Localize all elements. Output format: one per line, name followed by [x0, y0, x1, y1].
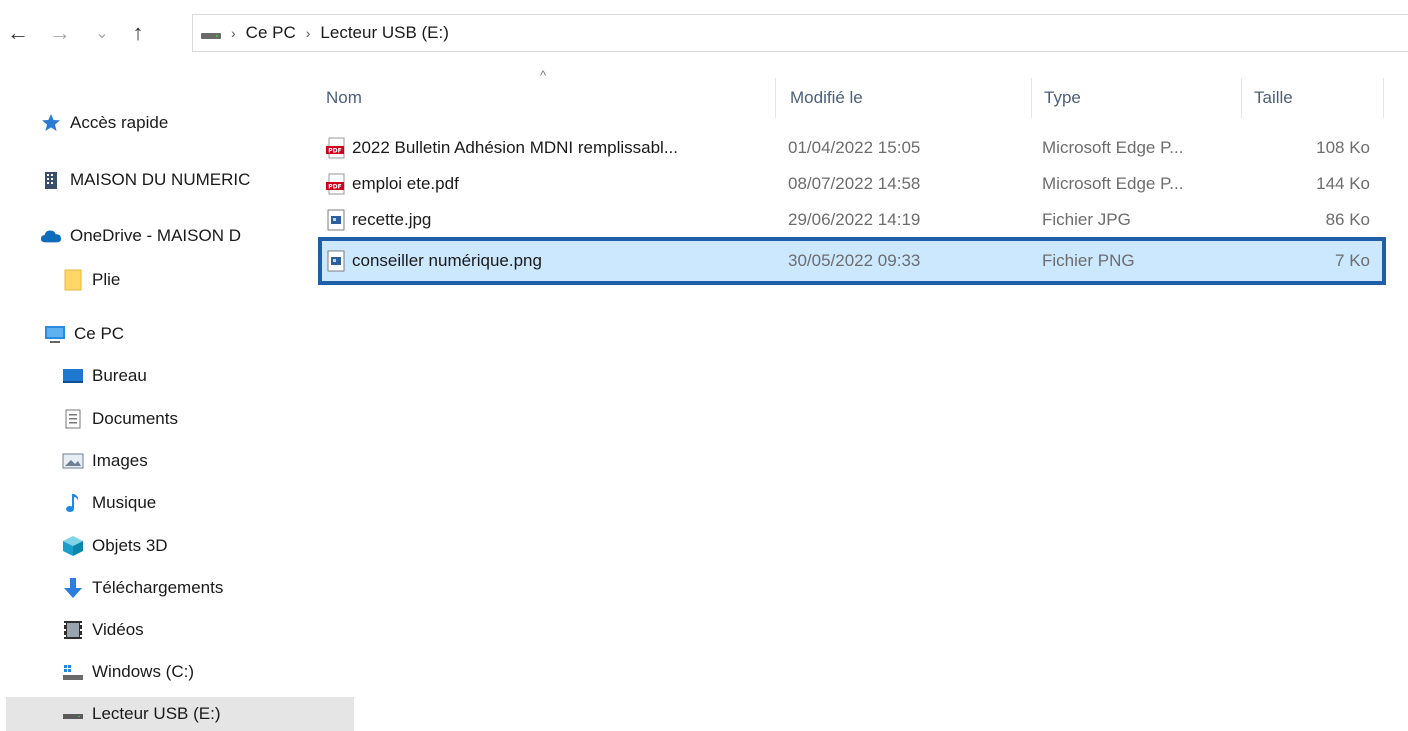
pdf-icon: PDF	[326, 173, 345, 195]
file-name-cell: recette.jpg	[326, 203, 776, 237]
column-header-modified[interactable]: Modifié le	[776, 78, 1032, 118]
pdf-icon: PDF	[326, 137, 345, 159]
cube-icon	[62, 536, 84, 556]
sidebar-item-label: Ce PC	[74, 324, 125, 343]
sidebar-item-label: Documents	[92, 409, 178, 428]
sidebar-item-maison-du-numeric[interactable]: MAISON DU NUMERIC	[0, 163, 332, 197]
images-icon	[62, 451, 84, 471]
back-button[interactable]: ←	[4, 17, 32, 49]
file-modified-cell: 08/07/2022 14:58	[788, 174, 921, 193]
file-row[interactable]: PDF 2022 Bulletin Adhésion MDNI rempliss…	[322, 131, 1382, 165]
up-button[interactable]: ↑	[124, 17, 152, 49]
sidebar-item-label: OneDrive - MAISON D	[70, 226, 241, 245]
file-explorer-window: ← → ⌄ ↑ › Ce PC › Lecteur USB (E:) Accès…	[0, 0, 1408, 731]
sidebar-item-label: Plie	[92, 270, 121, 289]
file-name-cell: PDF emploi ete.pdf	[326, 167, 776, 201]
sidebar-item-label: Musique	[92, 493, 157, 512]
file-name: 2022 Bulletin Adhésion MDNI remplissabl.…	[352, 138, 678, 157]
column-header-size[interactable]: Taille	[1242, 78, 1384, 118]
file-size-cell: 144 Ko	[1316, 174, 1370, 193]
sidebar-item-ce-pc[interactable]: Ce PC	[0, 317, 336, 351]
column-header-label: Nom	[326, 88, 362, 107]
sidebar-item-label: Windows (C:)	[92, 662, 195, 681]
file-type-cell: Microsoft Edge P...	[1042, 138, 1184, 157]
breadcrumb-ce-pc[interactable]: Ce PC	[246, 23, 296, 43]
up-arrow-icon: ↑	[132, 20, 144, 45]
file-name: emploi ete.pdf	[352, 174, 459, 193]
sidebar-item-label: Accès rapide	[70, 113, 169, 132]
star-icon	[40, 113, 62, 133]
sidebar-item-label: Téléchargements	[92, 578, 224, 597]
folder-icon	[62, 269, 84, 291]
desktop-icon	[62, 366, 84, 386]
sidebar-item-acces-rapide[interactable]: Accès rapide	[0, 106, 332, 140]
file-size-cell: 7 Ko	[1335, 251, 1370, 270]
svg-text:PDF: PDF	[328, 184, 341, 191]
usb-drive-icon	[62, 704, 84, 724]
music-icon	[62, 493, 84, 513]
file-type-cell: Fichier PNG	[1042, 251, 1135, 270]
sidebar-item-label: Bureau	[92, 366, 147, 385]
column-header-label: Taille	[1254, 88, 1293, 107]
column-header-type[interactable]: Type	[1032, 78, 1242, 118]
sidebar-item-label: Objets 3D	[92, 536, 168, 555]
file-modified-cell: 29/06/2022 14:19	[788, 210, 921, 229]
breadcrumb-usb-drive[interactable]: Lecteur USB (E:)	[320, 23, 449, 43]
download-icon	[62, 578, 84, 598]
file-size-cell: 108 Ko	[1316, 138, 1370, 157]
cloud-icon	[40, 226, 62, 246]
document-icon	[62, 409, 84, 429]
file-row-selected[interactable]: conseiller numérique.png 30/05/2022 09:3…	[318, 237, 1386, 285]
forward-button[interactable]: →	[46, 17, 74, 49]
recent-locations-button[interactable]: ⌄	[88, 17, 116, 49]
file-size-cell: 86 Ko	[1325, 210, 1370, 229]
sidebar-item-label: Vidéos	[92, 620, 144, 639]
sidebar-item-label: MAISON DU NUMERIC	[70, 170, 251, 189]
column-header-label: Modifié le	[790, 88, 863, 107]
file-row[interactable]: PDF emploi ete.pdf 08/07/2022 14:58 Micr…	[322, 167, 1382, 201]
monitor-icon	[44, 324, 66, 344]
windows-drive-icon	[62, 662, 84, 682]
file-name-cell: PDF 2022 Bulletin Adhésion MDNI rempliss…	[326, 131, 776, 165]
building-icon	[40, 170, 62, 190]
file-modified-cell: 01/04/2022 15:05	[788, 138, 921, 157]
file-modified-cell: 30/05/2022 09:33	[788, 251, 921, 270]
column-header-name[interactable]: Nom	[326, 78, 776, 118]
file-name: recette.jpg	[352, 210, 432, 229]
file-list-pane: ^ Nom Modifié le Type Taille PDF 2022 Bu…	[300, 66, 1408, 731]
file-name-cell: conseiller numérique.png	[326, 241, 776, 281]
sidebar-item-onedrive[interactable]: OneDrive - MAISON D	[0, 219, 332, 253]
sidebar-item-label: Images	[92, 451, 148, 470]
navigation-bar: ← → ⌄ ↑ › Ce PC › Lecteur USB (E:)	[0, 0, 1408, 66]
breadcrumb-separator: ›	[231, 25, 236, 41]
image-file-icon	[327, 250, 345, 272]
sidebar-item-label: Lecteur USB (E:)	[92, 704, 221, 723]
breadcrumb-separator: ›	[305, 25, 311, 41]
file-type-cell: Microsoft Edge P...	[1042, 174, 1184, 193]
video-icon	[62, 620, 84, 640]
back-arrow-icon: ←	[7, 20, 29, 45]
forward-arrow-icon: →	[49, 20, 71, 45]
address-bar[interactable]: › Ce PC › Lecteur USB (E:)	[192, 14, 1408, 52]
image-file-icon	[327, 209, 345, 231]
file-row[interactable]: recette.jpg 29/06/2022 14:19 Fichier JPG…	[322, 203, 1382, 237]
chevron-down-icon: ⌄	[95, 25, 109, 42]
usb-drive-icon	[201, 33, 221, 39]
svg-text:PDF: PDF	[328, 148, 341, 155]
file-name: conseiller numérique.png	[352, 251, 542, 270]
navigation-pane: Accès rapide MAISON DU NUMERIC OneDrive …	[0, 66, 354, 731]
file-type-cell: Fichier JPG	[1042, 210, 1131, 229]
column-header-label: Type	[1044, 88, 1081, 107]
